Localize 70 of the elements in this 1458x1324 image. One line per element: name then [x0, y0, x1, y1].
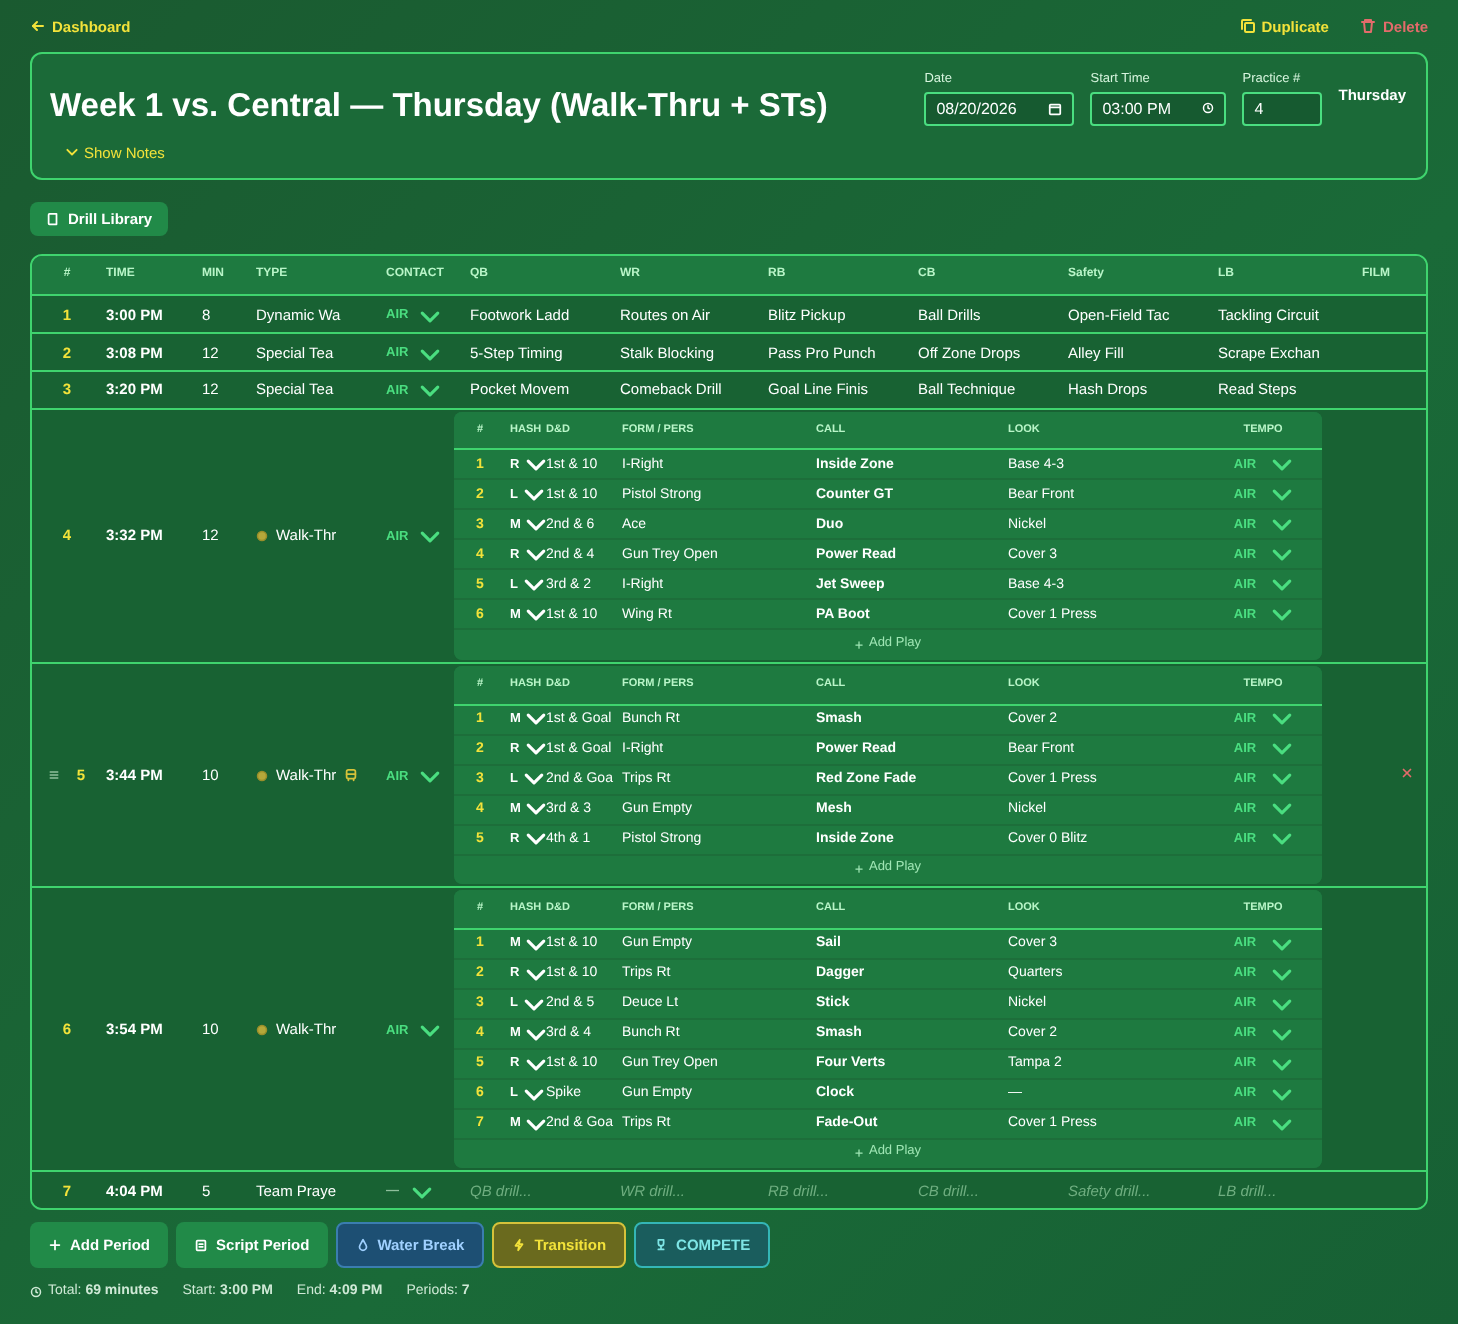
close-icon [1400, 766, 1414, 781]
copy-icon [1239, 18, 1256, 34]
plus-icon [854, 639, 865, 650]
chevron-icon [420, 347, 441, 362]
chevron-icon [1272, 458, 1293, 473]
chevron-icon [1272, 548, 1293, 563]
delete-period-button[interactable] [1400, 766, 1414, 781]
chevron-icon [1272, 1117, 1293, 1132]
chevron-icon [1272, 1027, 1293, 1042]
chevron-icon [523, 1087, 544, 1102]
lightning-icon [512, 1237, 527, 1252]
chevron-icon [1272, 937, 1293, 952]
chevron-icon [1272, 832, 1293, 847]
chevron-icon [525, 832, 546, 847]
plus-icon [48, 1237, 62, 1252]
ball-icon [256, 529, 268, 542]
chevron-icon [420, 530, 441, 545]
chevron-icon [523, 997, 544, 1012]
chevron-icon [1272, 608, 1293, 623]
chevron-icon [1272, 997, 1293, 1012]
calendar-icon [1048, 101, 1063, 116]
chevron-icon [525, 548, 546, 563]
trash-icon [1360, 18, 1377, 34]
date-field[interactable]: 08/20/2026 [924, 91, 1075, 126]
chevron-icon [523, 488, 544, 503]
ball-icon [256, 1023, 268, 1036]
book-icon [46, 212, 60, 227]
practice-title: Week 1 vs. Central — Thursday (Walk-Thru + STs) [50, 88, 828, 128]
chevron-icon [420, 384, 441, 399]
chevron-icon [1272, 967, 1293, 982]
chevron-icon [1272, 578, 1293, 593]
clipboard-icon [194, 1237, 209, 1252]
bus-icon [344, 768, 359, 783]
chevron-icon [1272, 1087, 1293, 1102]
droplet-icon [355, 1237, 370, 1252]
chevron-icon [526, 1117, 547, 1132]
plus-icon [854, 1147, 865, 1158]
chevron-icon [526, 518, 547, 533]
chevron-icon [1272, 1057, 1293, 1072]
chevron-icon [525, 967, 546, 982]
drag-handle-icon [48, 768, 61, 783]
chevron-icon [420, 770, 441, 784]
trophy-icon [654, 1237, 669, 1252]
chevron-icon [526, 1027, 547, 1042]
chevron-icon [525, 458, 546, 473]
chevron-icon [1272, 712, 1293, 727]
clock-icon [30, 1286, 42, 1299]
chevron-icon [411, 1185, 431, 1200]
ball-icon [256, 769, 268, 782]
chevron-icon [66, 148, 78, 157]
time-field[interactable]: 03:00 PM [1090, 91, 1227, 126]
chevron-icon [1272, 802, 1293, 817]
chevron-icon [525, 1057, 546, 1072]
number-field[interactable]: 4 [1242, 91, 1323, 126]
chevron-icon [526, 608, 547, 623]
chevron-icon [526, 712, 547, 727]
chevron-icon [1272, 518, 1293, 533]
chevron-icon [525, 742, 546, 757]
clock-icon [1202, 102, 1215, 115]
chevron-icon [526, 802, 547, 817]
chevron-icon [1272, 742, 1293, 757]
chevron-icon [420, 309, 441, 324]
chevron-icon [526, 937, 547, 952]
plus-icon [854, 863, 865, 874]
chevron-icon [1272, 488, 1293, 503]
chevron-icon [1272, 772, 1293, 787]
chevron-icon [523, 578, 544, 593]
arrow-left-icon [30, 18, 46, 34]
chevron-icon [523, 772, 544, 787]
chevron-icon [420, 1024, 441, 1039]
